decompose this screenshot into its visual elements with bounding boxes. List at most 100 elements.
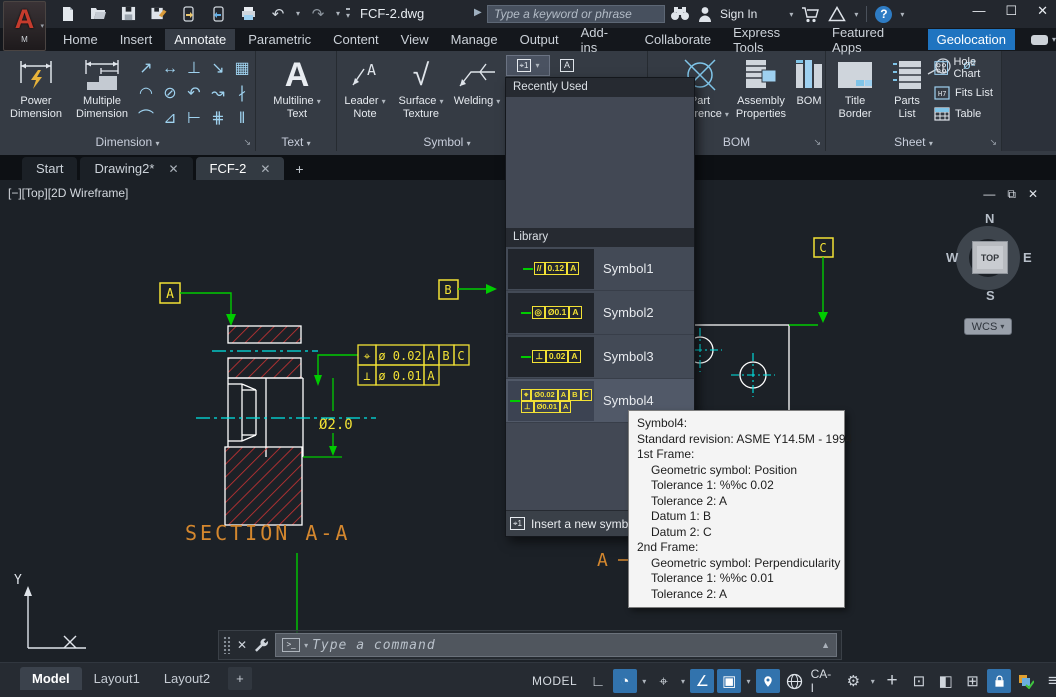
layout-tab-layout1[interactable]: Layout1: [82, 667, 152, 690]
welding-button[interactable]: Welding: [451, 55, 503, 108]
power-dimension-button[interactable]: Power Dimension: [4, 55, 68, 121]
ribbon-display-toggle[interactable]: [1031, 35, 1056, 45]
hole-chart-button[interactable]: Hole Chart: [934, 56, 1001, 80]
tab-geolocation[interactable]: Geolocation: [928, 29, 1015, 50]
library-item-symbol3[interactable]: ⊥0.02A Symbol3: [506, 335, 694, 379]
file-tab-fcf2[interactable]: FCF-2✕: [196, 157, 285, 180]
workspace-switching-button[interactable]: ⚙: [841, 669, 865, 693]
section-top-band[interactable]: [228, 326, 301, 343]
new-file-button[interactable]: [56, 2, 80, 25]
library-item-symbol1[interactable]: //0.12A Symbol1: [506, 247, 694, 291]
surface-texture-dropdown[interactable]: [439, 97, 443, 106]
grid-display-toggle[interactable]: ∟: [586, 669, 610, 693]
search-binoculars-icon[interactable]: [670, 6, 690, 22]
customize-wrench-icon[interactable]: [253, 637, 269, 653]
help-dropdown[interactable]: [900, 10, 904, 19]
tab-parametric[interactable]: Parametric: [239, 29, 320, 50]
undo-button[interactable]: ↶: [266, 2, 290, 25]
a360-dropdown[interactable]: [854, 10, 858, 19]
autodesk-a360-icon[interactable]: [828, 6, 846, 22]
viewcube-top-face[interactable]: TOP: [972, 241, 1008, 274]
file-tab-drawing2[interactable]: Drawing2*✕: [80, 157, 192, 180]
command-bar[interactable]: ✕ >_ ▲: [218, 630, 842, 660]
dynamic-input-toggle[interactable]: ▣: [717, 669, 741, 693]
command-input-field[interactable]: >_ ▲: [275, 633, 837, 657]
viewcube-north[interactable]: N: [985, 211, 994, 226]
selection-cycling-toggle[interactable]: ⊡: [907, 669, 931, 693]
arc-dimension-icon[interactable]: ◠: [134, 81, 158, 106]
diameter-dimension-icon[interactable]: ⊘: [158, 81, 182, 106]
multiple-dimension-button[interactable]: Multiple Dimension: [70, 55, 134, 121]
symbol-panel-label[interactable]: Symbol: [367, 135, 527, 149]
qat-customize-dropdown[interactable]: [346, 8, 350, 20]
otrack-dropdown[interactable]: [679, 677, 688, 686]
fits-list-button[interactable]: H7 Fits List: [934, 85, 1001, 101]
tab-manage[interactable]: Manage: [442, 29, 507, 50]
viewcube-south[interactable]: S: [986, 288, 995, 303]
parts-list-button[interactable]: Parts List: [884, 55, 930, 121]
geolocation-pin-toggle[interactable]: [756, 669, 780, 693]
sign-in-dropdown[interactable]: [789, 10, 793, 19]
datum-identifier-button[interactable]: A: [554, 55, 580, 76]
workspace-dropdown[interactable]: [868, 677, 877, 686]
app-store-cart-icon[interactable]: [801, 6, 820, 23]
new-drawing-tab-button[interactable]: +: [287, 161, 311, 180]
save-to-web-mobile-button[interactable]: [206, 2, 230, 25]
fcf-flyout-button[interactable]: ⌖1: [506, 55, 550, 76]
search-expand-icon[interactable]: ▶: [474, 7, 482, 18]
redo-dropdown[interactable]: [336, 9, 340, 18]
close-button[interactable]: ✕: [1037, 3, 1048, 19]
snap-mode-dropdown[interactable]: [640, 677, 649, 686]
annotation-scale-button[interactable]: ⊞: [961, 669, 985, 693]
section-bottom-block[interactable]: [225, 447, 302, 525]
arc-length-dimension-icon[interactable]: ⌒: [134, 106, 158, 131]
multiline-text-dropdown[interactable]: [317, 97, 321, 106]
text-panel-label[interactable]: Text: [256, 135, 336, 149]
viewcube-west[interactable]: W: [946, 250, 958, 265]
model-space-toggle[interactable]: MODEL: [526, 670, 583, 692]
new-layout-button[interactable]: +: [228, 667, 252, 690]
section-mid-band[interactable]: [228, 358, 301, 378]
tab-content[interactable]: Content: [324, 29, 388, 50]
coordinate-system-code[interactable]: CA-I: [811, 667, 835, 695]
layout-tab-model[interactable]: Model: [20, 667, 82, 690]
horizontal-dimension-icon[interactable]: ↔: [158, 56, 182, 81]
wcs-dropdown[interactable]: WCS: [964, 318, 1012, 335]
open-file-button[interactable]: [86, 2, 110, 25]
ordinate-grid-dimension-icon[interactable]: ▦: [230, 56, 254, 81]
customization-menu-button[interactable]: ≡: [1041, 669, 1056, 693]
symmetric-dimension-icon[interactable]: ∤: [230, 81, 254, 106]
annotation-monitor-toggle[interactable]: +: [880, 669, 904, 693]
viewport-close-icon[interactable]: ✕: [1028, 187, 1038, 202]
viewport-restore-icon[interactable]: ⧉: [1007, 187, 1016, 202]
tab-collaborate[interactable]: Collaborate: [636, 29, 721, 50]
chain-dimension-icon[interactable]: ⋕: [206, 106, 230, 131]
ortho-mode-toggle[interactable]: ∠: [690, 669, 714, 693]
graphics-performance-button[interactable]: [1014, 669, 1038, 693]
command-input[interactable]: [312, 638, 817, 653]
vertical-dimension-icon[interactable]: ⊥: [182, 56, 206, 81]
object-snap-tracking-toggle[interactable]: ⌖: [652, 669, 676, 693]
viewport-controls-label[interactable]: [−][Top][2D Wireframe]: [8, 186, 128, 200]
viewport-minimize-icon[interactable]: —: [983, 187, 995, 202]
snap-mode-toggle[interactable]: ◔: [613, 669, 637, 693]
help-button[interactable]: ?: [875, 6, 892, 23]
sheet-dialog-launcher-icon[interactable]: [989, 137, 997, 148]
radius-dimension-icon[interactable]: ↶: [182, 81, 206, 106]
assembly-properties-button[interactable]: Assembly Properties: [730, 55, 792, 121]
jogged-dimension-icon[interactable]: ↝: [206, 81, 230, 106]
section-label[interactable]: SECTION A-A: [185, 521, 350, 545]
undo-dropdown[interactable]: [296, 9, 300, 18]
close-tab-icon[interactable]: ✕: [168, 162, 178, 176]
part-reference-dropdown[interactable]: [725, 110, 729, 119]
tab-home[interactable]: Home: [54, 29, 107, 50]
redo-button[interactable]: ↷: [306, 2, 330, 25]
save-as-button[interactable]: [146, 2, 170, 25]
isolate-objects-button[interactable]: ◧: [934, 669, 958, 693]
command-history-caret[interactable]: [304, 641, 308, 650]
ucs-icon[interactable]: Y: [14, 573, 86, 648]
file-tab-start[interactable]: Start: [22, 157, 77, 180]
dimension-panel-label[interactable]: Dimension: [0, 135, 255, 149]
angular-dimension-icon[interactable]: ⊿: [158, 106, 182, 131]
application-menu-button[interactable]: A M ▾: [3, 1, 46, 51]
